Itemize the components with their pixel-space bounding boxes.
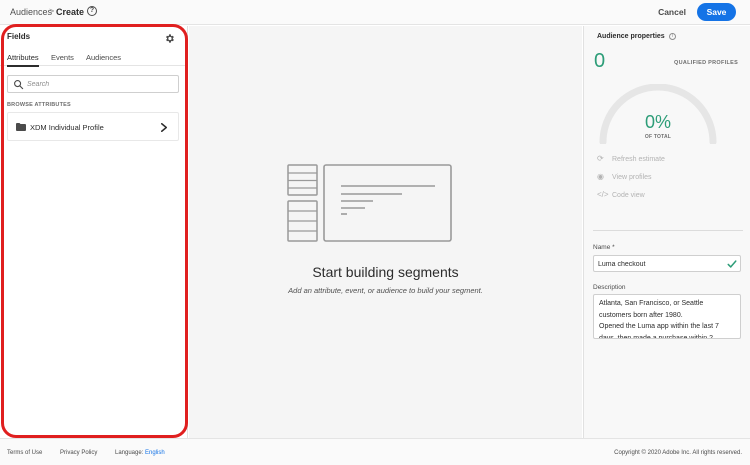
name-field-label: Name * [593,244,615,251]
save-button[interactable]: Save [697,3,736,21]
privacy-policy-link[interactable]: Privacy Policy [60,450,97,456]
description-text: Atlanta, San Francisco, or Seattle custo… [599,300,719,339]
name-field [593,255,741,272]
active-tab-indicator [7,65,39,67]
checkmark-icon [727,260,737,268]
tab-audiences[interactable]: Audiences [86,53,121,62]
breadcrumb-separator: > [49,6,55,16]
fields-panel: Fields Attributes Events Audiences BROWS… [0,26,188,438]
refresh-icon: ⟳ [597,154,604,163]
gauge-percent-label: OF TOTAL [644,134,672,140]
search-icon [14,80,24,90]
name-input[interactable] [598,258,718,270]
view-profiles-action[interactable]: ◉ View profiles [597,172,652,181]
copyright-text: Copyright © 2020 Adobe Inc. All rights r… [614,450,742,456]
search-input[interactable] [27,78,175,90]
gear-icon[interactable] [164,33,175,44]
refresh-estimate-action[interactable]: ⟳ Refresh estimate [597,154,665,163]
page-title: Create [56,7,85,17]
top-bar: Audiences > Create ? Cancel Save [0,0,750,25]
tab-attributes[interactable]: Attributes [7,53,39,62]
segment-canvas: Start building segments Add an attribute… [189,26,582,438]
browse-attributes-heading: BROWSE ATTRIBUTES [7,102,71,108]
estimate-gauge: 0% OF TOTAL [593,26,723,156]
field-tabs: Attributes Events Audiences [0,52,186,67]
empty-state-subtitle: Add an attribute, event, or audience to … [288,286,483,295]
panel-divider [593,230,743,231]
attribute-item-xdm-individual-profile[interactable]: XDM Individual Profile [7,112,179,141]
fields-title: Fields [7,32,31,41]
empty-state-illustration-icon [287,164,452,242]
breadcrumb-audiences[interactable]: Audiences [10,7,52,17]
chevron-right-icon[interactable] [160,123,168,132]
code-icon: </> [597,190,609,199]
footer: Terms of Use Privacy Policy Language: En… [0,438,750,465]
code-view-label: Code view [612,192,645,199]
language-selector[interactable]: English [145,450,165,456]
gauge-percent: 0% [644,112,671,132]
eye-icon: ◉ [597,172,604,181]
view-profiles-label: View profiles [612,174,652,181]
refresh-estimate-label: Refresh estimate [612,156,665,163]
tab-events[interactable]: Events [51,53,74,62]
empty-state-title: Start building segments [312,264,459,280]
description-field-label: Description [593,284,626,291]
description-field[interactable]: Atlanta, San Francisco, or Seattle custo… [593,294,741,339]
language-label: Language: [115,450,144,456]
cancel-button[interactable]: Cancel [655,4,689,20]
attribute-item-label: XDM Individual Profile [30,123,104,132]
audience-properties-panel: Audience properties i 0 QUALIFIED PROFIL… [583,26,750,438]
terms-of-use-link[interactable]: Terms of Use [7,450,42,456]
code-view-action[interactable]: </> Code view [597,190,645,199]
help-icon[interactable]: ? [87,6,97,16]
folder-icon [16,123,26,131]
search-field [7,75,179,93]
